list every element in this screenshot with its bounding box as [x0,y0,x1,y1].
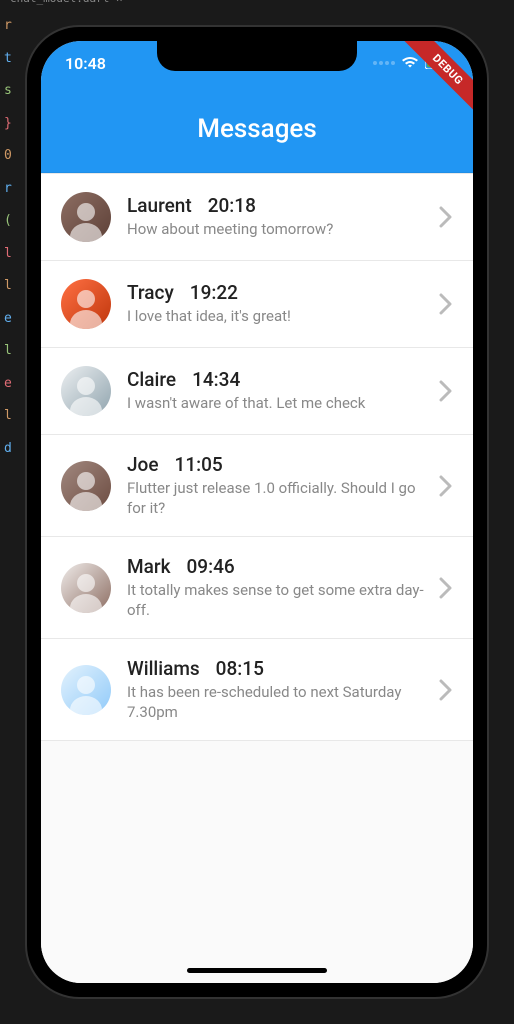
signal-dots-icon [373,61,395,65]
chevron-right-icon [439,577,453,599]
avatar [61,665,111,715]
chat-item[interactable]: Tracy 19:22 I love that idea, it's great! [41,261,473,348]
chat-content: Claire 14:34 I wasn't aware of that. Let m… [127,368,429,414]
chevron-right-icon [439,206,453,228]
notch [157,41,357,71]
chat-time: 19:22 [190,281,238,304]
chat-name: Tracy [127,281,174,304]
chevron-right-icon [439,679,453,701]
chat-header: Claire 14:34 [127,368,429,391]
chat-list[interactable]: Laurent 20:18 How about meeting tomorrow? T… [41,173,473,983]
avatar [61,192,111,242]
chat-time: 20:18 [208,194,256,217]
chevron-right-icon [439,380,453,402]
chat-name: Joe [127,453,159,476]
avatar [61,461,111,511]
chat-name: Laurent [127,194,192,217]
chevron-right-icon [439,293,453,315]
chat-message: I love that idea, it's great! [127,307,429,327]
chat-name: Claire [127,368,176,391]
chat-header: Mark 09:46 [127,555,429,578]
chat-time: 14:34 [192,368,240,391]
chat-content: Joe 11:05 Flutter just release 1.0 officia… [127,453,429,518]
chat-message: How about meeting tomorrow? [127,220,429,240]
chat-item[interactable]: Laurent 20:18 How about meeting tomorrow? [41,173,473,261]
chat-item[interactable]: Williams 08:15 It has been re-scheduled to… [41,639,473,741]
chat-content: Williams 08:15 It has been re-scheduled to… [127,657,429,722]
chat-message: Flutter just release 1.0 officially. Sho… [127,479,429,518]
status-time: 10:48 [65,54,106,73]
phone-frame: DEBUG 10:48 Messages Laurent20:18 [27,27,487,997]
avatar [61,563,111,613]
avatar [61,366,111,416]
chat-content: Tracy 19:22 I love that idea, it's great! [127,281,429,327]
app-bar: Messages [41,85,473,173]
page-title: Messages [197,114,317,144]
chat-header: Joe 11:05 [127,453,429,476]
home-indicator[interactable] [187,968,327,973]
chat-content: Mark 09:46 It totally makes sense to get s… [127,555,429,620]
editor-tab: chat_model.dart × [10,0,123,5]
chevron-right-icon [439,475,453,497]
chat-content: Laurent 20:18 How about meeting tomorrow? [127,194,429,240]
chat-time: 11:05 [175,453,223,476]
editor-gutter: rts }0r (ll ele ld [0,0,20,1024]
chat-header: Laurent 20:18 [127,194,429,217]
chat-message: It has been re-scheduled to next Saturda… [127,683,429,722]
chat-name: Mark [127,555,170,578]
phone-screen: DEBUG 10:48 Messages Laurent20:18 [41,41,473,983]
avatar [61,279,111,329]
chat-time: 09:46 [186,555,234,578]
chat-header: Tracy 19:22 [127,281,429,304]
chat-message: I wasn't aware of that. Let me check [127,394,429,414]
chat-message: It totally makes sense to get some extra… [127,581,429,620]
chat-name: Williams [127,657,200,680]
chat-header: Williams 08:15 [127,657,429,680]
chat-time: 08:15 [216,657,264,680]
chat-item[interactable]: Claire 14:34 I wasn't aware of that. Let m… [41,348,473,435]
chat-item[interactable]: Joe 11:05 Flutter just release 1.0 officia… [41,435,473,537]
chat-item[interactable]: Mark 09:46 It totally makes sense to get s… [41,537,473,639]
wifi-icon [401,56,419,70]
